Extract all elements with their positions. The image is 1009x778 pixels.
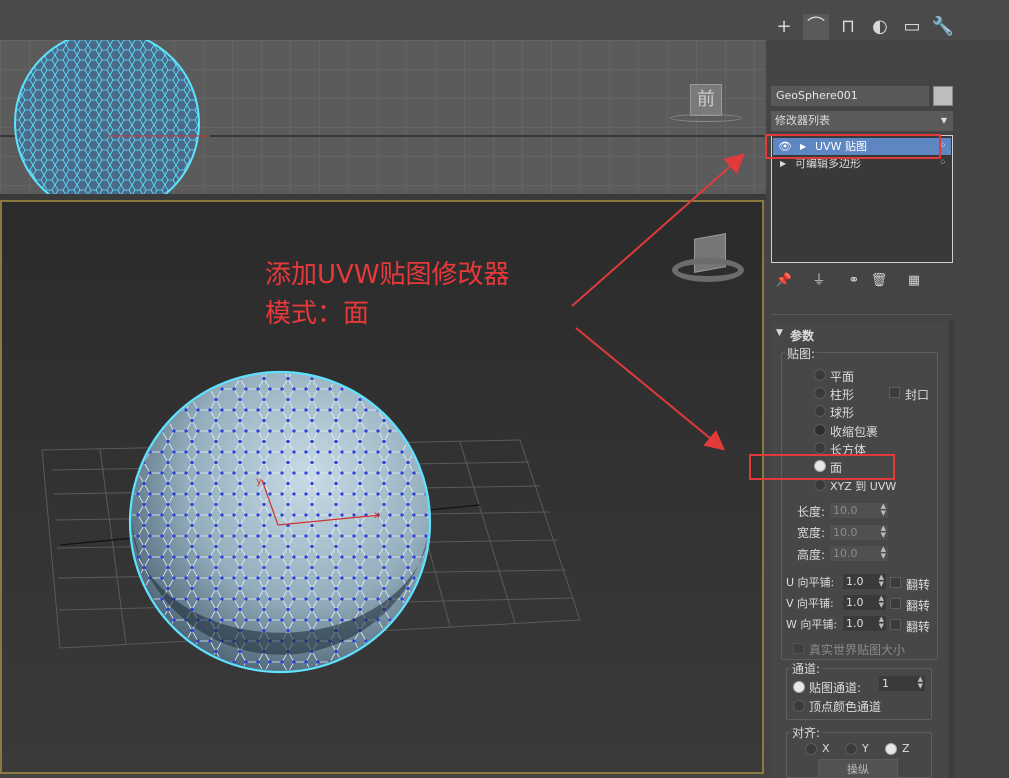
u-tile-value: 1.0 [846,575,864,588]
u-tile-label: U 向平铺: [786,576,835,589]
v-tile-label: V 向平铺: [786,597,834,610]
annotation-line-1: 添加UVW贴图修改器 [265,260,510,290]
w-flip-checkbox[interactable] [890,619,901,630]
map-channel-value: 1 [882,677,889,690]
height-spinner[interactable]: 10.0 ▲ ▼ [830,546,888,561]
panel-scrollbar[interactable] [949,320,954,778]
label-xyz-to-uvw: XYZ 到 UVW [830,480,897,493]
object-name-field[interactable]: GeoSphere001 [771,86,929,106]
radio-align-x[interactable] [805,743,817,755]
label-shrink-wrap: 收缩包裹 [830,425,879,439]
spinner-arrows-icon[interactable]: ▲ ▼ [918,676,923,690]
front-viewport[interactable]: 前 [0,40,766,194]
radio-xyz-to-uvw[interactable] [814,479,826,491]
show-end-result-icon[interactable]: ⏚ [810,272,828,290]
utilities-wrench-icon[interactable]: 🔧 [930,14,956,40]
w-tile-label: W 向平铺: [786,618,838,631]
annotation-line-2: 模式：面 [265,299,370,329]
display-tab-icon[interactable]: ▭ [899,14,925,40]
modify-tab-icon[interactable]: ⌒ [803,14,829,40]
radio-vertex-color-channel[interactable] [793,700,805,712]
height-label: 高度: [797,548,826,562]
real-world-checkbox[interactable] [793,643,804,654]
u-flip-checkbox[interactable] [890,577,901,588]
align-z-label: Z [902,742,910,755]
radio-planar[interactable] [814,369,826,381]
radio-spherical[interactable] [814,405,826,417]
viewcube-face: 前 [690,84,722,116]
highlight-box-uvw-modifier [765,134,941,159]
w-tile-value: 1.0 [846,617,864,630]
channel-group-label: 通道: [790,660,823,677]
map-channel-label: 贴图通道: [809,681,862,695]
front-viewcube[interactable]: 前 [670,84,742,126]
width-value: 10.0 [833,526,858,539]
radio-shrink-wrap[interactable] [814,424,826,436]
v-flip-checkbox[interactable] [890,598,901,609]
front-viewport-canvas [0,40,766,194]
alignment-group-label: 对齐: [790,724,823,741]
panel-divider [771,314,951,315]
highlight-box-face-option [749,454,895,480]
configure-sets-icon[interactable]: ▦ [905,272,923,290]
vertex-color-label: 顶点颜色通道 [809,700,882,714]
radio-align-y[interactable] [845,743,857,755]
align-x-label: X [822,742,830,755]
radio-map-channel[interactable] [793,681,805,693]
cap-label: 封口 [905,388,930,402]
modifier-list-label: 修改器列表 [775,114,830,127]
svg-text:y: y [256,476,262,487]
spinner-arrows-icon[interactable]: ▲ ▼ [879,595,884,609]
chevron-down-icon: ▼ [940,116,947,125]
motion-tab-icon[interactable]: ◐ [867,14,893,40]
w-flip-label: 翻转 [906,620,931,634]
radio-align-z[interactable] [885,743,897,755]
create-tab-plus-icon[interactable]: + [771,14,797,40]
spinner-arrows-icon[interactable]: ▲ ▼ [881,503,886,517]
cap-checkbox[interactable] [889,387,900,398]
v-flip-label: 翻转 [906,599,931,613]
rollout-collapse-icon[interactable]: ▼ [776,328,783,338]
real-world-label: 真实世界贴图大小 [809,643,906,657]
viewcube-ring [670,114,742,122]
object-color-swatch[interactable] [933,86,953,106]
modifier-list-dropdown[interactable]: 修改器列表 ▼ [771,111,953,131]
label-spherical: 球形 [830,406,855,420]
u-flip-label: 翻转 [906,578,931,592]
mapping-group-label: 贴图: [785,345,818,362]
radio-cylindrical[interactable] [814,387,826,399]
perspective-viewcube[interactable] [670,233,746,292]
v-tile-spinner[interactable]: 1.0 ▲ ▼ [843,595,886,610]
remove-modifier-trash-icon[interactable]: 🗑 [870,272,888,290]
rollout-title[interactable]: 参数 [790,327,814,344]
pin-stack-icon[interactable]: 📌 [775,272,793,290]
align-y-label: Y [862,742,869,755]
length-value: 10.0 [833,504,858,517]
radio-box[interactable] [814,442,826,454]
label-cylindrical: 柱形 [830,388,855,402]
map-channel-spinner[interactable]: 1 ▲ ▼ [879,676,925,691]
spinner-arrows-icon[interactable]: ▲ ▼ [881,546,886,560]
length-spinner[interactable]: 10.0 ▲ ▼ [830,503,888,518]
u-tile-spinner[interactable]: 1.0 ▲ ▼ [843,574,886,589]
w-tile-spinner[interactable]: 1.0 ▲ ▼ [843,616,886,631]
spinner-arrows-icon[interactable]: ▲ ▼ [879,616,884,630]
fit-button[interactable]: 操纵 [818,759,898,778]
length-label: 长度: [797,505,826,519]
label-planar: 平面 [830,370,855,384]
svg-text:x: x [374,510,380,521]
width-spinner[interactable]: 10.0 ▲ ▼ [830,525,888,540]
viewcube-ring [672,258,744,282]
hierarchy-tab-icon[interactable]: ⊓ [835,14,861,40]
make-unique-icon[interactable]: ⚭ [845,272,863,290]
spinner-arrows-icon[interactable]: ▲ ▼ [879,574,884,588]
height-value: 10.0 [833,547,858,560]
width-label: 宽度: [797,526,826,540]
spinner-arrows-icon[interactable]: ▲ ▼ [881,525,886,539]
v-tile-value: 1.0 [846,596,864,609]
